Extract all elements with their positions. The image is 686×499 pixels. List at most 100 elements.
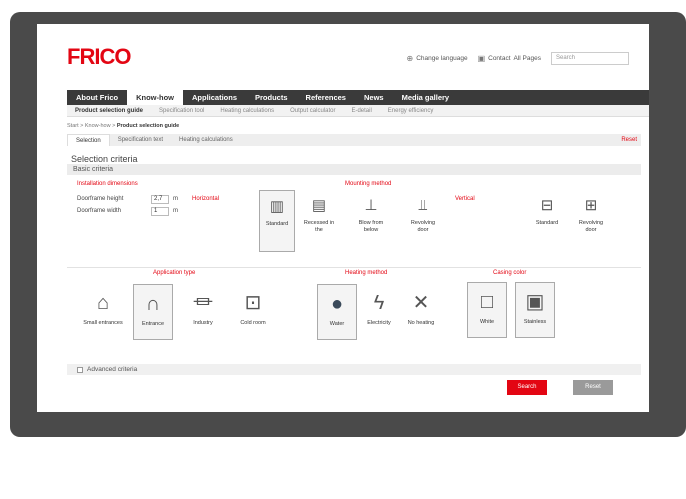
subnav-edetail[interactable]: E-detail xyxy=(343,108,379,114)
lightning-icon: ϟ xyxy=(373,292,385,314)
app-cold-room-option[interactable]: ⊡ Cold room xyxy=(233,284,273,340)
nav-news[interactable]: News xyxy=(355,90,393,105)
heating-heading: Heating method xyxy=(345,270,388,276)
vertical-standard-option[interactable]: ⊟ Standard xyxy=(529,190,565,252)
nav-applications[interactable]: Applications xyxy=(183,90,246,105)
heat-water-label: Water xyxy=(329,321,345,327)
contact-link[interactable]: ▣ Contact All Pages xyxy=(478,54,541,63)
tab-heating[interactable]: Heating calculations xyxy=(171,134,241,146)
water-drop-icon: ● xyxy=(330,293,344,315)
width-unit: m xyxy=(173,208,178,214)
nav-references[interactable]: References xyxy=(297,90,355,105)
advanced-checkbox[interactable] xyxy=(77,366,83,373)
installation-heading: Installation dimensions xyxy=(77,181,138,187)
mount-blow-below-label: Blow from below xyxy=(358,220,384,233)
main-nav: About Frico Know-how Applications Produc… xyxy=(67,90,649,105)
utility-bar: ⊕ Change language ▣ Contact All Pages Se… xyxy=(407,52,629,65)
all-pages-label: All Pages xyxy=(513,55,541,62)
mount-recessed-label: Recessed in the xyxy=(303,220,335,233)
height-input[interactable]: 2,7 xyxy=(151,195,169,204)
app-entrance-option[interactable]: ∩ Entrance xyxy=(133,284,173,340)
mount-recessed-option[interactable]: ▤ Recessed in the xyxy=(301,190,337,252)
app-entrance-label: Entrance xyxy=(141,321,164,327)
contact-icon: ▣ xyxy=(477,54,486,63)
casing-white-option[interactable]: □ White xyxy=(467,282,507,338)
subnav-output[interactable]: Output calculator xyxy=(282,108,343,114)
heat-none-label: No heating xyxy=(407,320,435,326)
nav-about[interactable]: About Frico xyxy=(67,90,127,105)
heat-electricity-option[interactable]: ϟ Electricity xyxy=(359,284,399,340)
stainless-swatch-icon: ▣ xyxy=(525,291,545,313)
recessed-unit-icon: ▤ xyxy=(311,197,327,214)
tab-bar: Selection Specification text Heating cal… xyxy=(67,134,641,146)
header: FRICO ⊕ Change language ▣ Contact All Pa… xyxy=(37,24,649,90)
change-language-link[interactable]: ⊕ Change language xyxy=(407,54,468,63)
height-unit: m xyxy=(173,196,178,202)
mount-standard-label: Standard xyxy=(265,221,289,227)
standard-unit-icon: ▥ xyxy=(269,198,285,215)
frico-logo[interactable]: FRICO xyxy=(67,44,131,70)
mount-revolving-label: Revolving door xyxy=(410,220,436,233)
white-swatch-icon: □ xyxy=(480,291,494,313)
casing-heading: Casing color xyxy=(493,270,527,276)
cold-room-icon: ⊡ xyxy=(244,292,262,314)
tab-specification[interactable]: Specification text xyxy=(110,134,171,146)
vertical-heading: Vertical xyxy=(455,196,475,202)
tab-selection[interactable]: Selection xyxy=(67,134,110,146)
subnav-specification[interactable]: Specification tool xyxy=(151,108,212,114)
application-heading: Application type xyxy=(153,270,196,276)
mount-revolving-option[interactable]: ⫫ Revolving door xyxy=(405,190,441,252)
heat-electricity-label: Electricity xyxy=(367,320,391,326)
app-small-entrances-label: Small entrances xyxy=(83,320,123,326)
app-industry-label: Industry xyxy=(193,320,213,326)
contact-label: Contact xyxy=(488,55,511,62)
advanced-criteria-label: Advanced criteria xyxy=(87,366,138,373)
tab-reset-link[interactable]: Reset xyxy=(621,137,641,143)
vertical-revolving-option[interactable]: ⊞ Revolving door xyxy=(573,190,609,252)
section-divider xyxy=(67,267,641,268)
subnav-selection-guide[interactable]: Product selection guide xyxy=(67,108,151,114)
mount-blow-below-option[interactable]: ⊥ Blow from below xyxy=(353,190,389,252)
sub-nav: Product selection guide Specification to… xyxy=(67,105,649,117)
app-small-entrances-option[interactable]: ⌂ Small entrances xyxy=(83,284,123,340)
app-industry-option[interactable]: ⏛ Industry xyxy=(183,284,223,340)
vertical-standard-label: Standard xyxy=(535,220,559,226)
nav-know-how[interactable]: Know-how xyxy=(127,90,183,105)
app-cold-room-label: Cold room xyxy=(240,320,266,326)
breadcrumb-current: Product selection guide xyxy=(116,123,180,129)
nav-media-gallery[interactable]: Media gallery xyxy=(393,90,459,105)
revolving-door-icon: ⫫ xyxy=(418,197,428,214)
entrance-arch-icon: ∩ xyxy=(145,293,161,315)
house-icon: ⌂ xyxy=(96,292,110,314)
browser-page: FRICO ⊕ Change language ▣ Contact All Pa… xyxy=(37,24,649,412)
casing-stainless-label: Stainless xyxy=(523,319,547,325)
change-language-label: Change language xyxy=(416,55,468,62)
casing-white-label: White xyxy=(479,319,495,325)
subnav-energy[interactable]: Energy efficiency xyxy=(380,108,442,114)
mounting-heading: Mounting method xyxy=(345,181,392,187)
blow-below-icon: ⊥ xyxy=(364,197,378,214)
advanced-criteria-bar[interactable]: Advanced criteria xyxy=(67,364,641,375)
mount-standard-option[interactable]: ▥ Standard xyxy=(259,190,295,252)
section-title: Selection criteria xyxy=(71,154,138,164)
width-label: Doorframe width xyxy=(77,208,122,214)
search-button[interactable]: Search xyxy=(507,380,547,395)
basic-criteria-bar[interactable]: Basic criteria xyxy=(67,164,641,175)
fan-icon: ✕ xyxy=(412,292,430,314)
search-input[interactable]: Search xyxy=(551,52,629,65)
casing-stainless-option[interactable]: ▣ Stainless xyxy=(515,282,555,338)
vertical-revolving-icon: ⊞ xyxy=(584,197,598,214)
vertical-revolving-label: Revolving door xyxy=(578,220,604,233)
breadcrumb-path[interactable]: Start > Know-how > xyxy=(67,123,117,129)
nav-products[interactable]: Products xyxy=(246,90,297,105)
heat-water-option[interactable]: ● Water xyxy=(317,284,357,340)
globe-icon: ⊕ xyxy=(406,54,414,63)
factory-icon: ⏛ xyxy=(193,292,213,314)
vertical-standard-icon: ⊟ xyxy=(540,197,554,214)
heat-none-option[interactable]: ✕ No heating xyxy=(401,284,441,340)
reset-button[interactable]: Reset xyxy=(573,380,613,395)
horizontal-heading: Horizontal xyxy=(192,196,220,202)
width-input[interactable]: 1 xyxy=(151,207,169,216)
subnav-heating[interactable]: Heating calculations xyxy=(212,108,282,114)
breadcrumb: Start > Know-how > Product selection gui… xyxy=(67,123,179,129)
